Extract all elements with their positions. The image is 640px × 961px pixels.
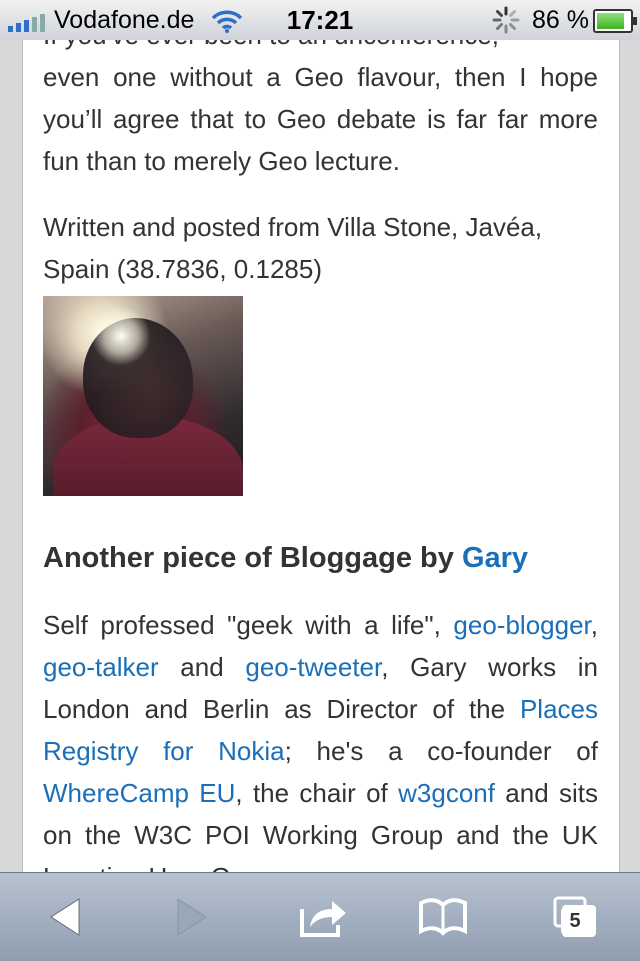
link-geo-tweeter[interactable]: geo-tweeter [245,652,381,682]
battery-percent: 86 % [532,6,589,34]
article-paragraph: even one without a Geo flavour, then I h… [43,62,598,176]
link-geo-blogger[interactable]: geo-blogger [453,610,590,640]
forward-button[interactable] [152,887,232,947]
share-button[interactable] [284,887,364,947]
author-photo[interactable] [43,296,243,496]
forward-arrow-icon [177,898,207,936]
bookmarks-button[interactable] [403,887,483,947]
status-bar: Vodafone.de 17:21 86 % [0,0,640,40]
bookmarks-book-icon [419,898,467,936]
web-page[interactable]: If you've ever been to an unconference, … [22,40,620,880]
author-bio: Self professed "geek with a life", geo-b… [43,604,598,880]
bio-text: and [158,652,246,682]
back-arrow-icon [50,898,80,936]
activity-spinner-icon [492,6,520,34]
share-icon [300,901,346,937]
author-heading-text: Another piece of Bloggage by [43,542,462,574]
author-link[interactable]: Gary [462,542,528,574]
link-wherecamp[interactable]: WhereCamp EU [43,778,235,808]
article-content: If you've ever been to an unconference, … [43,40,598,880]
link-geo-talker[interactable]: geo-talker [43,652,159,682]
battery-icon [593,9,637,33]
bio-text: Self professed "geek with a life", [43,610,454,640]
tabs-count-badge: 5 [561,908,589,934]
browser-toolbar [0,872,640,961]
location-text: Written and posted from Villa Stone, Jav… [43,212,543,284]
article-partial-line: If you've ever been to an unconference, [43,40,598,56]
bio-text: ; he's a co-founder of [284,736,598,766]
back-button[interactable] [25,887,105,947]
bio-text: , the chair of [235,778,399,808]
link-w3gconf[interactable]: w3gconf [398,778,495,808]
author-heading: Another piece of Bloggage by Gary [43,538,598,578]
bio-text: , [590,610,598,640]
